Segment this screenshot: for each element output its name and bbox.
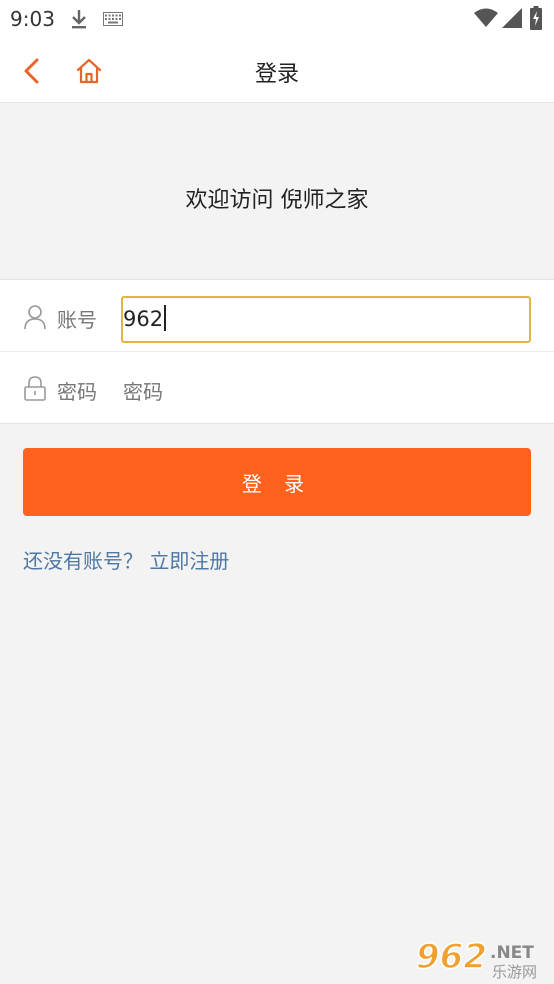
signal-icon [502, 8, 522, 28]
login-form: 账号 962 密码 密码 [0, 279, 554, 424]
user-icon [24, 305, 46, 330]
svg-text:962: 962 [416, 937, 487, 977]
watermark-logo: 962 .NET 乐游网 [415, 936, 537, 980]
keyboard-icon [103, 12, 123, 26]
register-link[interactable]: 还没有账号？ 立即注册 [23, 545, 229, 574]
password-label: 密码 [57, 380, 97, 404]
account-row: 账号 962 [0, 280, 554, 352]
welcome-text: 欢迎访问 倪师之家 [185, 188, 369, 213]
password-input[interactable]: 密码 [123, 376, 163, 405]
svg-text:.NET: .NET [490, 943, 534, 963]
account-input[interactable]: 962 [121, 296, 531, 343]
status-bar: 9:03 [0, 0, 554, 38]
download-icon [72, 10, 86, 29]
login-button[interactable]: 登 录 [23, 448, 531, 516]
account-value: 962 [123, 307, 164, 331]
nav-bar: 登录 [0, 38, 554, 103]
page-title: 登录 [254, 62, 299, 87]
lock-icon [24, 376, 46, 401]
password-row: 密码 密码 [0, 352, 554, 424]
svg-text:乐游网: 乐游网 [492, 963, 537, 980]
status-time: 9:03 [10, 7, 55, 31]
login-screen: 9:03 登录 欢迎访问 倪师之家 账号 962 密码 密码 登 录 还没有账号… [0, 0, 554, 984]
account-label: 账号 [57, 308, 97, 332]
text-cursor [164, 305, 166, 331]
wifi-icon [474, 8, 498, 27]
battery-icon [530, 6, 542, 30]
